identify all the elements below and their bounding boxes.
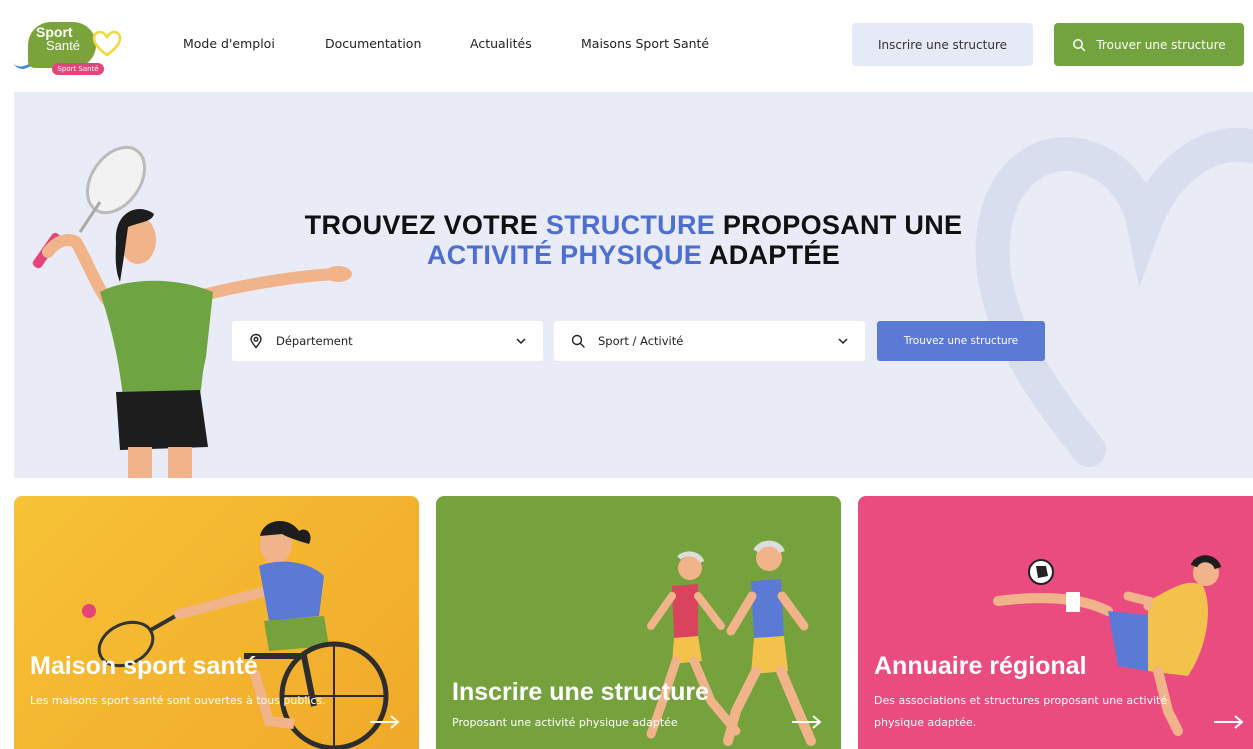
hero-title-highlight2: ACTIVITÉ PHYSIQUE	[426, 240, 703, 270]
nav-actualites[interactable]: Actualités	[470, 36, 532, 51]
card-description: Proposant une activité physique adaptée	[452, 716, 678, 729]
logo-text: Sport Santé	[36, 25, 80, 53]
card-inscrire-structure[interactable]: Inscrire une structure Proposant une act…	[436, 496, 841, 749]
hero-banner: TROUVEZ VOTRE STRUCTURE PROPOSANT UNE AC…	[14, 92, 1253, 478]
register-structure-button[interactable]: Inscrire une structure	[852, 23, 1033, 66]
chevron-down-icon	[838, 338, 848, 345]
site-header: Sport Santé Sport Santé Mode d'emploi Do…	[0, 0, 1253, 92]
logo-line2: Santé	[46, 38, 80, 53]
card-maison-sport-sante[interactable]: Maison sport santé Les maisons sport san…	[14, 496, 419, 749]
nav-maisons-sport-sante[interactable]: Maisons Sport Santé	[581, 36, 709, 51]
badminton-player-illustration	[32, 145, 352, 478]
activity-select[interactable]: Sport / Activité	[554, 321, 865, 361]
location-pin-icon	[250, 333, 262, 349]
hero-title-part1: TROUVEZ VOTRE	[304, 210, 546, 240]
nav-documentation[interactable]: Documentation	[325, 36, 421, 51]
card-title: Inscrire une structure	[452, 678, 710, 706]
card-title: Maison sport santé	[30, 652, 258, 680]
heart-icon	[975, 127, 1253, 467]
search-structure-button[interactable]: Trouvez une structure	[877, 321, 1045, 361]
logo-heart-icon	[92, 30, 122, 57]
activity-select-label: Sport / Activité	[598, 334, 684, 348]
hero-title-highlight1: STRUCTURE	[545, 210, 716, 240]
card-title: Annuaire régional	[874, 652, 1087, 680]
nav-mode-emploi[interactable]: Mode d'emploi	[183, 36, 275, 51]
card-description: Les maisons sport santé sont ouvertes à …	[30, 694, 326, 707]
find-structure-label: Trouver une structure	[1096, 37, 1226, 52]
department-select[interactable]: Département	[232, 321, 543, 361]
arrow-right-icon	[370, 715, 400, 729]
find-structure-button[interactable]: Trouver une structure	[1054, 23, 1244, 66]
hero-title-part2: PROPOSANT UNE	[715, 210, 963, 240]
department-select-label: Département	[276, 334, 353, 348]
search-icon	[571, 334, 585, 348]
site-logo[interactable]: Sport Santé Sport Santé	[13, 14, 126, 76]
arrow-right-icon	[1214, 715, 1244, 729]
card-annuaire-regional[interactable]: Annuaire régional Des associations et st…	[858, 496, 1253, 749]
arrow-right-icon	[792, 715, 822, 729]
card-description: Des associations et structures proposant…	[874, 694, 1168, 729]
hero-title-part3: ADAPTÉE	[702, 240, 841, 270]
logo-tag: Sport Santé	[52, 63, 104, 75]
chevron-down-icon	[516, 338, 526, 345]
hero-title: TROUVEZ VOTRE STRUCTURE PROPOSANT UNE AC…	[14, 210, 1253, 270]
search-icon	[1073, 38, 1086, 51]
